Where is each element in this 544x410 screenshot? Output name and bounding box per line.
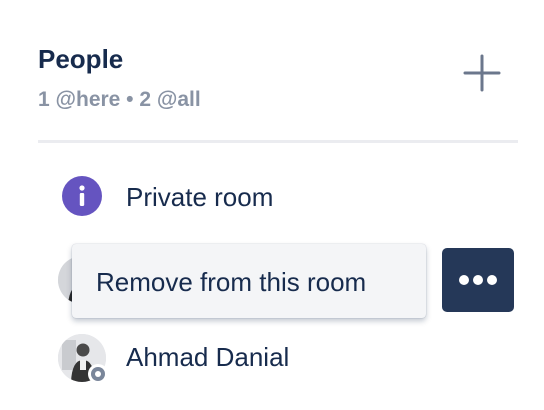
list-item-private-room[interactable]: Private room	[56, 172, 526, 222]
people-mention-counts: 1 @here • 2 @all	[38, 88, 201, 111]
member-name: Ahmad Danial	[126, 342, 290, 372]
divider	[38, 140, 518, 143]
add-person-button[interactable]	[460, 52, 504, 96]
remove-from-room-menu-item[interactable]: Remove from this room	[72, 248, 426, 314]
info-icon	[62, 176, 102, 216]
people-panel: People 1 @here • 2 @all Private room Ahm…	[0, 0, 544, 410]
remove-from-room-label: Remove from this room	[96, 267, 367, 297]
private-room-label: Private room	[126, 182, 274, 212]
people-title: People	[38, 44, 124, 74]
context-menu: Remove from this room	[72, 244, 426, 318]
plus-icon	[463, 54, 501, 92]
list-item-ahmad-danial[interactable]: Ahmad Danial	[56, 332, 526, 384]
presence-status-icon	[88, 364, 108, 384]
more-options-button[interactable]	[442, 248, 514, 312]
